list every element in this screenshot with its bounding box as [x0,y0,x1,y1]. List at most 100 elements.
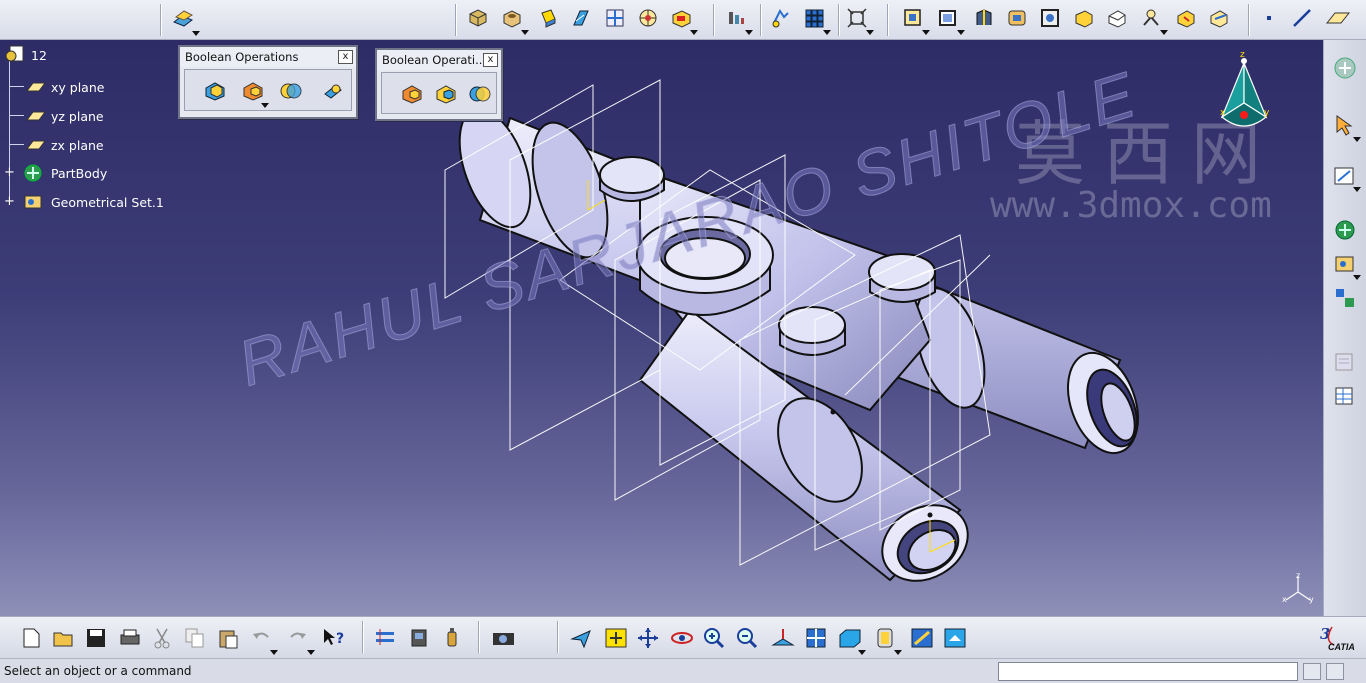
expand-plus-icon[interactable]: + [4,166,15,179]
tree-connector [10,144,24,145]
expand-plus-icon[interactable]: + [4,195,15,208]
publication-icon[interactable] [1333,350,1355,372]
tree-connector [10,115,24,116]
right-toolbar [1323,40,1366,616]
remove-face-icon[interactable] [1175,7,1197,29]
bottom-toolbar: ? 3 CATIA [0,616,1366,658]
table-icon[interactable] [1333,384,1355,406]
print-icon[interactable] [118,627,140,649]
pattern-icon[interactable] [803,7,831,35]
point-icon[interactable] [1258,7,1280,29]
multi-section-icon[interactable] [604,7,626,29]
status-bar: Select an object or a command [0,658,1366,683]
removed-multi-section-icon[interactable] [670,7,698,35]
save-icon[interactable] [85,627,107,649]
ordered-geometrical-set-icon[interactable] [1333,286,1355,308]
cut-icon[interactable] [151,627,173,649]
intersect-icon[interactable] [468,83,491,105]
measure-icon[interactable] [1140,7,1168,35]
sketch-tool-icon[interactable] [1333,164,1361,192]
command-clear-button[interactable] [1303,663,1321,680]
triad-y-label: y [1309,595,1314,604]
new-file-icon[interactable] [20,627,42,649]
fillet-icon[interactable] [1073,7,1095,29]
top-toolbar [0,0,1366,40]
toolbar-separator [713,4,715,36]
select-arrow-icon[interactable] [1333,114,1361,142]
sketcher-icon[interactable] [172,8,200,36]
add-icon[interactable] [241,80,269,108]
3d-viewport[interactable]: 莫西网 www.3dmox.com RAHUL SARJARAO SHITOLE… [0,40,1323,616]
open-folder-icon[interactable] [52,627,74,649]
toolbar-separator [887,4,889,36]
intersect-icon[interactable] [279,80,302,102]
tree-connector [10,86,24,87]
pocket-icon[interactable] [501,7,529,35]
compass-z-label: z [1240,50,1245,60]
toolbar-separator [760,4,762,36]
tree-item-label: zx plane [51,138,104,153]
draft-icon[interactable] [1039,7,1061,29]
normal-view-icon[interactable] [771,627,795,649]
update-icon[interactable] [374,627,396,649]
undo-icon[interactable] [250,627,278,655]
command-input[interactable] [998,662,1298,681]
toolbar-separator [838,4,840,36]
chamfer-icon[interactable] [1106,7,1128,29]
fly-mode-icon[interactable] [570,627,592,649]
copy-icon[interactable] [184,627,206,649]
body-icon[interactable] [1333,218,1355,240]
boolean-operations-toolbar-2[interactable]: Boolean Operati... x [375,48,503,121]
part-document-icon [4,45,24,65]
boolean-operations-toolbar[interactable]: Boolean Operations x [178,45,358,119]
whats-this-help-icon[interactable]: ? [322,627,344,649]
swap-visible-space-icon[interactable] [441,627,463,649]
remove-lump-icon[interactable] [321,80,343,102]
shaft-icon[interactable] [537,7,559,29]
external-view-icon[interactable] [408,627,430,649]
replace-face-icon[interactable] [1208,7,1230,29]
catia-logo-text: CATIA [1328,642,1355,652]
rib-icon[interactable] [570,7,592,29]
add-icon[interactable] [400,83,422,105]
toolbar-title[interactable]: Boolean Operations [180,47,356,67]
command-history-button[interactable] [1326,663,1344,680]
multi-view-icon[interactable] [805,627,827,649]
quick-view-icon[interactable] [838,627,866,655]
close-surface-icon[interactable] [973,7,995,29]
split-icon[interactable] [902,7,930,35]
paste-icon[interactable] [217,627,239,649]
toolbar-body [381,72,497,114]
thick-surface-icon[interactable] [937,7,965,35]
pad-icon[interactable] [467,7,489,29]
tree-item-label: xy plane [51,80,105,95]
plane-icon [26,139,46,154]
constraint-icon[interactable] [770,7,792,29]
pan-icon[interactable] [637,627,659,649]
hide-show-icon[interactable] [910,627,933,649]
scale-icon[interactable] [846,7,874,35]
analysis-icon[interactable] [725,7,753,35]
fit-all-in-icon[interactable] [604,627,627,649]
remove-icon[interactable] [434,83,456,105]
compass-icon[interactable] [1214,55,1274,135]
geometrical-set-tool-icon[interactable] [1333,252,1361,280]
line-icon[interactable] [1291,7,1313,29]
close-toolbar-button[interactable]: x [483,53,498,67]
assemble-icon[interactable] [203,80,225,102]
redo-icon[interactable] [287,627,315,655]
sew-surface-icon[interactable] [1006,7,1028,29]
plane-tool-icon[interactable] [1325,7,1351,29]
capture-icon[interactable] [491,627,514,649]
zoom-in-icon[interactable] [703,627,725,649]
plane-icon [26,110,46,125]
workbench-icon[interactable] [1333,56,1356,79]
hole-icon[interactable] [637,7,659,29]
tree-connector [9,58,10,204]
close-toolbar-button[interactable]: x [338,50,353,64]
rotate-icon[interactable] [670,627,693,649]
compass-y-label: y [1264,108,1270,118]
swap-space-icon[interactable] [943,627,966,649]
zoom-out-icon[interactable] [736,627,758,649]
view-mode-icon[interactable] [874,627,902,655]
